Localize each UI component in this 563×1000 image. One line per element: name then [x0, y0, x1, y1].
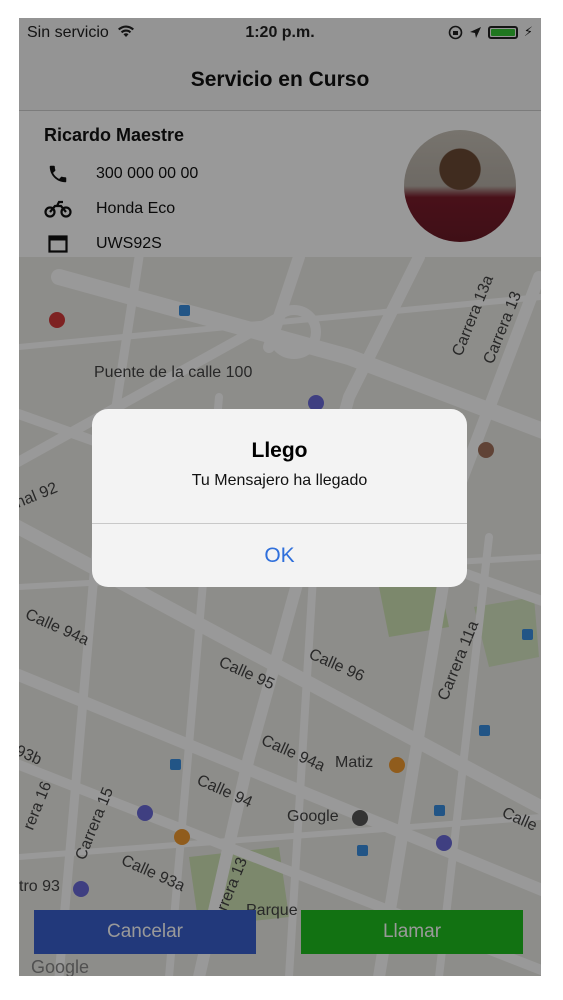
arrival-alert: Llego Tu Mensajero ha llegado OK: [92, 409, 467, 587]
alert-ok-button[interactable]: OK: [92, 524, 467, 587]
phone-screen: Sin servicio 1:20 p.m. ⚡ Servicio en Cur…: [19, 18, 541, 976]
alert-title: Llego: [251, 439, 308, 462]
alert-message: Tu Mensajero ha llegado: [191, 472, 368, 489]
